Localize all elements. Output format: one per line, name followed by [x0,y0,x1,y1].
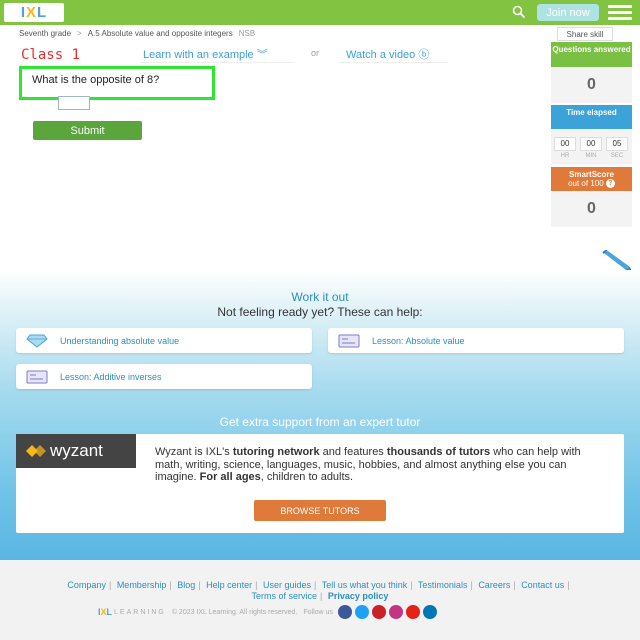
time-minutes-label: MIN [585,153,597,159]
smartscore-sub: out of 100 [568,179,604,188]
smartscore-label: SmartScore [569,170,614,179]
learn-with-example-link[interactable]: Learn with an example ︾ [143,46,268,62]
question-text: What is the opposite of 8? [32,74,160,86]
footer-link[interactable]: Tell us what you think [322,580,408,590]
footer-bottom: IXL LEARNING © 2023 IXL Learning. All ri… [98,604,437,620]
follow-us-label: Follow us [303,608,333,616]
work-it-out-title: Work it out [291,290,349,304]
time-seconds-label: SEC [610,153,624,159]
copyright: © 2023 IXL Learning. All rights reserved… [171,608,298,616]
youtube-icon[interactable] [405,605,420,619]
submit-button[interactable]: Submit [33,121,142,140]
wyzant-logo[interactable]: wyzant [16,434,136,468]
footer-link[interactable]: Testimonials [418,580,468,590]
watch-video-link[interactable]: Watch a video ⓑ [346,46,429,62]
footer-link[interactable]: Contact us [521,580,564,590]
ixl-logo[interactable]: IXL [4,3,64,22]
twitter-icon[interactable] [354,605,369,619]
footer-link[interactable]: Blog [177,580,195,590]
search-icon[interactable] [512,5,526,19]
time-hours-label: HR [560,153,570,159]
diamond-icon [26,334,48,348]
smartscore-header: SmartScore out of 100 ? [551,167,632,191]
help-card-label: Understanding absolute value [60,335,180,346]
share-skill-button[interactable]: Share skill [557,27,613,41]
time-elapsed-label: Time elapsed [551,105,632,129]
or-separator: or [311,48,320,58]
help-card-label: Lesson: Absolute value [372,335,465,346]
linkedin-icon[interactable] [422,605,437,619]
divider [140,62,294,63]
breadcrumb-grade[interactable]: Seventh grade [19,29,71,38]
privacy-policy-link[interactable]: Privacy policy [328,591,389,601]
questions-answered-value: 0 [587,76,596,93]
pinterest-icon[interactable] [371,605,386,619]
smartscore-value: 0 [587,200,596,217]
annotation-class-label: Class 1 [21,47,81,63]
ixl-footer-logo[interactable]: IXL [98,607,112,617]
questions-answered-label: Questions answered [551,42,632,67]
time-minutes: 00 [580,137,602,151]
help-card-understanding[interactable]: Understanding absolute value [16,328,312,353]
browse-tutors-button[interactable]: BROWSE TUTORS [254,500,386,521]
breadcrumb: Seventh grade > A.5 Absolute value and o… [19,29,255,38]
footer-logo-word: LEARNING [114,608,166,616]
footer-link[interactable]: Membership [117,580,167,590]
chevron-right-icon: > [77,29,82,38]
help-card-additive-inverses[interactable]: Lesson: Additive inverses [16,364,312,389]
skill-code: NSB [238,29,256,38]
help-card-absolute-value[interactable]: Lesson: Absolute value [328,328,624,353]
lesson-icon [338,334,360,347]
footer-link[interactable]: Company [67,580,106,590]
wyzant-logo-text: wyzant [50,441,103,460]
tutor-section-title: Get extra support from an expert tutor [219,415,421,429]
facebook-icon[interactable] [337,605,352,619]
instagram-icon[interactable] [388,605,403,619]
tutor-description: Wyzant is IXL's tutoring network and fea… [155,446,581,483]
footer-link[interactable]: Help center [206,580,252,590]
join-now-button[interactable]: Join now [537,4,599,21]
footer-link[interactable]: Terms of service [252,591,318,601]
lesson-icon [26,370,48,383]
time-seconds: 05 [606,137,628,151]
divider [338,62,448,63]
work-it-out-subtitle: Not feeling ready yet? These can help: [217,305,423,319]
help-card-label: Lesson: Additive inverses [60,371,162,382]
hamburger-menu-icon[interactable] [608,5,632,21]
footer-links: Company | Membership | Blog | Help center | … [67,580,570,601]
help-icon[interactable]: ? [605,179,615,189]
wyzant-mark-icon [26,445,46,457]
answer-input[interactable] [58,96,90,110]
time-hours: 00 [554,137,576,151]
footer-link[interactable]: User guides [263,580,311,590]
breadcrumb-skill: A.5 Absolute value and opposite integers [87,29,233,38]
footer-link[interactable]: Careers [478,580,510,590]
